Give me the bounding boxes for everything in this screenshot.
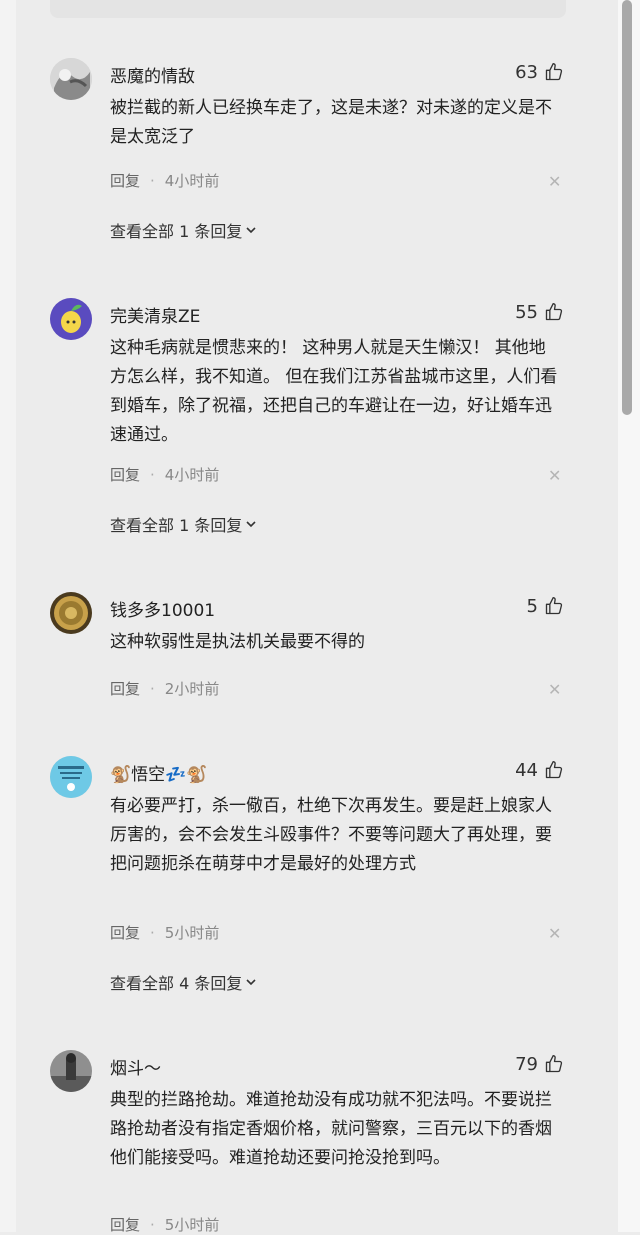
timestamp: 4小时前	[164, 172, 220, 190]
like-button[interactable]: 5	[527, 594, 564, 618]
like-count: 63	[515, 61, 538, 83]
username[interactable]: 钱多多10001	[110, 596, 215, 621]
like-button[interactable]: 79	[515, 1052, 564, 1076]
view-replies-label: 查看全部 4 条回复	[110, 974, 243, 993]
separator-dot: ·	[150, 465, 155, 484]
avatar[interactable]	[50, 1050, 92, 1092]
timestamp: 2小时前	[164, 680, 220, 698]
scrollbar-track[interactable]	[618, 0, 640, 1232]
thumbs-up-icon[interactable]	[544, 596, 564, 616]
comment-meta: 回复 · 4小时前	[110, 464, 219, 485]
username[interactable]: 烟斗～	[110, 1054, 161, 1079]
close-icon[interactable]: ✕	[548, 466, 561, 485]
like-button[interactable]: 55	[515, 300, 564, 324]
chevron-down-icon	[244, 223, 258, 237]
comment-meta: 回复 · 5小时前	[110, 922, 219, 943]
thumbs-up-icon[interactable]	[544, 62, 564, 82]
comment-meta: 回复 · 4小时前	[110, 170, 219, 191]
comment-text: 有必要严打，杀一儆百，杜绝下次再发生。要是赶上娘家人厉害的，会不会发生斗殴事件？…	[110, 796, 552, 874]
close-icon[interactable]: ✕	[548, 924, 561, 943]
like-button[interactable]: 44	[515, 758, 564, 782]
username[interactable]: 完美清泉ZE	[110, 302, 200, 327]
avatar[interactable]	[50, 592, 92, 634]
comment-text: 典型的拦路抢劫。难道抢劫没有成功就不犯法吗。不要说拦路抢劫者没有指定香烟价格，就…	[110, 1090, 552, 1168]
view-replies-label: 查看全部 1 条回复	[110, 222, 243, 241]
reply-button[interactable]: 回复	[110, 170, 140, 191]
reply-button[interactable]: 回复	[110, 922, 140, 943]
timestamp: 5小时前	[164, 924, 220, 942]
view-replies-button[interactable]: 查看全部 1 条回复	[110, 512, 258, 536]
like-count: 55	[515, 301, 538, 323]
like-count: 5	[526, 595, 538, 617]
comment-meta: 回复 · 2小时前	[110, 678, 219, 699]
comment-text: 被拦截的新人已经换车走了，这是未遂？对未遂的定义是不是太宽泛了	[110, 98, 552, 147]
chevron-down-icon	[244, 517, 258, 531]
close-icon[interactable]: ✕	[548, 172, 561, 191]
avatar[interactable]	[50, 756, 92, 798]
avatar[interactable]	[50, 298, 92, 340]
thumbs-up-icon[interactable]	[544, 760, 564, 780]
reply-button[interactable]: 回复	[110, 678, 140, 699]
reply-button[interactable]: 回复	[110, 464, 140, 485]
separator-dot: ·	[150, 171, 155, 190]
comment-text: 这种毛病就是惯悲来的！ 这种男人就是天生懒汉！ 其他地方怎么样，我不知道。 但在…	[110, 338, 558, 445]
view-replies-button[interactable]: 查看全部 1 条回复	[110, 218, 258, 242]
comment-text: 这种软弱性是执法机关最要不得的	[110, 632, 365, 652]
previous-comment-box	[50, 0, 566, 18]
thumbs-up-icon[interactable]	[544, 1054, 564, 1074]
scrollbar-thumb[interactable]	[622, 0, 632, 415]
like-button[interactable]: 63	[515, 60, 564, 84]
avatar[interactable]	[50, 58, 92, 100]
separator-dot: ·	[150, 679, 155, 698]
thumbs-up-icon[interactable]	[544, 302, 564, 322]
timestamp: 4小时前	[164, 466, 220, 484]
separator-dot: ·	[150, 923, 155, 942]
username[interactable]: 恶魔的情敌	[110, 62, 195, 87]
view-replies-button[interactable]: 查看全部 4 条回复	[110, 970, 258, 994]
like-count: 44	[515, 759, 538, 781]
view-replies-label: 查看全部 1 条回复	[110, 516, 243, 535]
separator-dot: ·	[150, 1215, 155, 1234]
close-icon[interactable]: ✕	[548, 680, 561, 699]
left-margin	[0, 0, 16, 1232]
username[interactable]: 🐒悟空💤🐒	[110, 760, 208, 785]
like-count: 79	[515, 1053, 538, 1075]
chevron-down-icon	[244, 975, 258, 989]
